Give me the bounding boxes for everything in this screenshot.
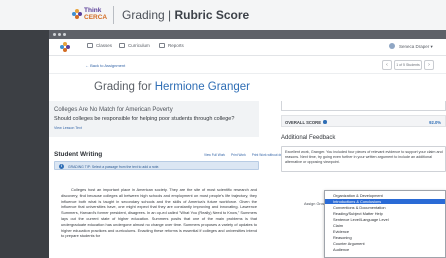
- growth-focus-dropdown: Organization & Development Introductions…: [324, 190, 446, 258]
- brand-think: Think: [84, 7, 102, 14]
- nav-curriculum[interactable]: Curriculum: [119, 43, 150, 48]
- page-title: Grading for Hermione Granger: [94, 81, 250, 93]
- rubric-notes-field[interactable]: [281, 101, 446, 111]
- nav-classes[interactable]: Classes: [87, 43, 112, 48]
- grading-tip-text: GRADING TIP: Select a passage from the t…: [68, 164, 160, 169]
- overall-score-label: OVERALL SCORE: [285, 120, 327, 125]
- reports-icon: [159, 43, 165, 48]
- view-full-work-link[interactable]: View Full Work: [204, 153, 225, 157]
- grading-toolbar: ← Back to Assignment ‹ 1 of 5 Students ›: [49, 56, 446, 74]
- overall-score-text: OVERALL SCORE: [285, 119, 321, 125]
- dropdown-option[interactable]: Counter Argument: [325, 241, 445, 246]
- student-pager: ‹ 1 of 5 Students ›: [382, 60, 434, 70]
- window-zoom-button[interactable]: [63, 33, 66, 36]
- feedback-text: Excellent work, Granger. You included fo…: [285, 150, 443, 164]
- page-title-prefix: Grading for: [94, 81, 155, 93]
- prev-student-button[interactable]: ‹: [382, 60, 392, 70]
- grading-tip-banner: i GRADING TIP: Select a passage from the…: [54, 161, 259, 170]
- lesson-question: Should colleges be responsible for helpi…: [54, 116, 235, 122]
- dropdown-option[interactable]: Reading/Subject Matter Help: [325, 211, 445, 216]
- next-student-button[interactable]: ›: [424, 60, 434, 70]
- info-icon: i: [59, 164, 64, 169]
- page-banner: Think CERCA Grading | Rubric Score: [0, 0, 446, 30]
- classes-icon: [87, 43, 93, 48]
- dropdown-option[interactable]: Claim: [325, 223, 445, 228]
- nav-reports-label: Reports: [168, 43, 184, 48]
- window-titlebar: [49, 30, 446, 39]
- window-close-button[interactable]: [53, 33, 56, 36]
- dropdown-option[interactable]: Evidence: [325, 229, 445, 234]
- question-panel: Colleges Are No Match for American Pover…: [49, 101, 259, 137]
- user-name: Seneca Draper ▾: [399, 44, 433, 49]
- student-name: Hermione Granger: [154, 81, 250, 93]
- dropdown-option[interactable]: Audience: [325, 247, 445, 252]
- top-nav: Classes Curriculum Reports Seneca Draper…: [49, 39, 446, 56]
- banner-title-bold: Rubric Score: [174, 8, 250, 22]
- student-writing-heading: Student Writing: [54, 151, 103, 158]
- dropdown-option-selected[interactable]: Introductions & Conclusions: [325, 199, 445, 205]
- avatar-icon: [389, 43, 395, 49]
- info-icon[interactable]: [323, 120, 327, 124]
- nav-reports[interactable]: Reports: [159, 43, 184, 48]
- overall-score-box: OVERALL SCORE 92.0%: [281, 115, 446, 127]
- back-to-assignment-link[interactable]: ← Back to Assignment: [85, 63, 125, 68]
- thinkcerca-logo: Think CERCA: [72, 7, 108, 25]
- overall-score-value: 92.0%: [429, 119, 441, 125]
- view-lesson-text-link[interactable]: View Lesson Text: [54, 126, 82, 130]
- banner-divider: [113, 6, 114, 24]
- user-menu[interactable]: Seneca Draper ▾: [389, 43, 433, 50]
- dropdown-option[interactable]: Sentence Level/Language Level: [325, 217, 445, 222]
- additional-feedback-heading: Additional Feedback: [281, 135, 336, 141]
- student-count-select[interactable]: 1 of 5 Students: [394, 60, 422, 70]
- banner-title-prefix: Grading |: [122, 8, 175, 22]
- window-minimize-button[interactable]: [58, 33, 61, 36]
- dropdown-option[interactable]: Conventions & Documentation: [325, 205, 445, 210]
- brand-cerca: CERCA: [84, 14, 108, 21]
- feedback-textarea[interactable]: Excellent work, Granger. You included fo…: [281, 146, 446, 172]
- dropdown-option[interactable]: Reasoning: [325, 235, 445, 240]
- banner-title: Grading | Rubric Score: [122, 8, 249, 22]
- print-work-link[interactable]: Print Work: [231, 153, 246, 157]
- nav-classes-label: Classes: [96, 43, 113, 48]
- lesson-topic: Colleges Are No Match for American Pover…: [54, 107, 173, 113]
- app-logo-icon[interactable]: [60, 42, 70, 52]
- curriculum-icon: [119, 43, 125, 48]
- student-essay[interactable]: Colleges host an important place in Amer…: [61, 187, 257, 239]
- nav-curriculum-label: Curriculum: [128, 43, 150, 48]
- dropdown-option[interactable]: Organization & Development: [325, 193, 445, 198]
